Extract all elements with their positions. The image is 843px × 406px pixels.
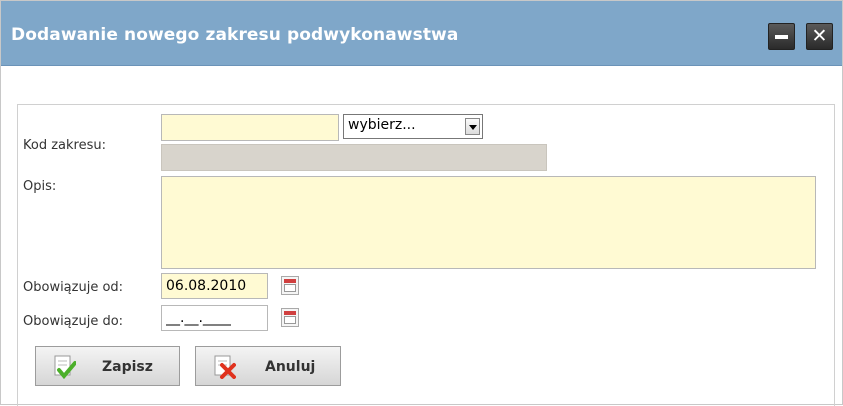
dialog-window: Dodawanie nowego zakresu podwykonawstwa …: [0, 0, 843, 406]
opis-label: Opis:: [23, 179, 57, 194]
minimize-button[interactable]: [768, 23, 795, 50]
kod-zakresu-label: Kod zakresu:: [23, 138, 106, 153]
dialog-titlebar[interactable]: Dodawanie nowego zakresu podwykonawstwa …: [1, 1, 842, 66]
kod-zakresu-input[interactable]: [161, 114, 339, 141]
minimize-icon: [775, 35, 788, 39]
calendar-icon[interactable]: [281, 308, 299, 327]
obowiazuje-od-input[interactable]: [161, 273, 268, 299]
dialog-title: Dodawanie nowego zakresu podwykonawstwa: [11, 25, 459, 45]
obowiazuje-od-label: Obowiązuje od:: [23, 280, 124, 295]
save-button[interactable]: Zapisz: [35, 346, 180, 386]
close-button[interactable]: ✕: [806, 23, 833, 50]
cancel-button-label: Anuluj: [265, 359, 316, 375]
close-icon: ✕: [811, 25, 828, 47]
kod-zakresu-select-value: wybierz...: [348, 117, 416, 133]
opis-textarea[interactable]: [161, 176, 816, 269]
document-check-icon: [54, 355, 76, 379]
obowiazuje-do-input[interactable]: [161, 305, 268, 331]
calendar-icon[interactable]: [281, 276, 299, 295]
cancel-button[interactable]: Anuluj: [195, 346, 341, 386]
kod-zakresu-select[interactable]: wybierz...: [343, 114, 483, 139]
kod-zakresu-description-field: [161, 144, 547, 171]
document-cross-icon: [214, 355, 236, 379]
chevron-down-icon[interactable]: [465, 118, 480, 135]
save-button-label: Zapisz: [102, 359, 153, 375]
obowiazuje-do-label: Obowiązuje do:: [23, 314, 124, 329]
